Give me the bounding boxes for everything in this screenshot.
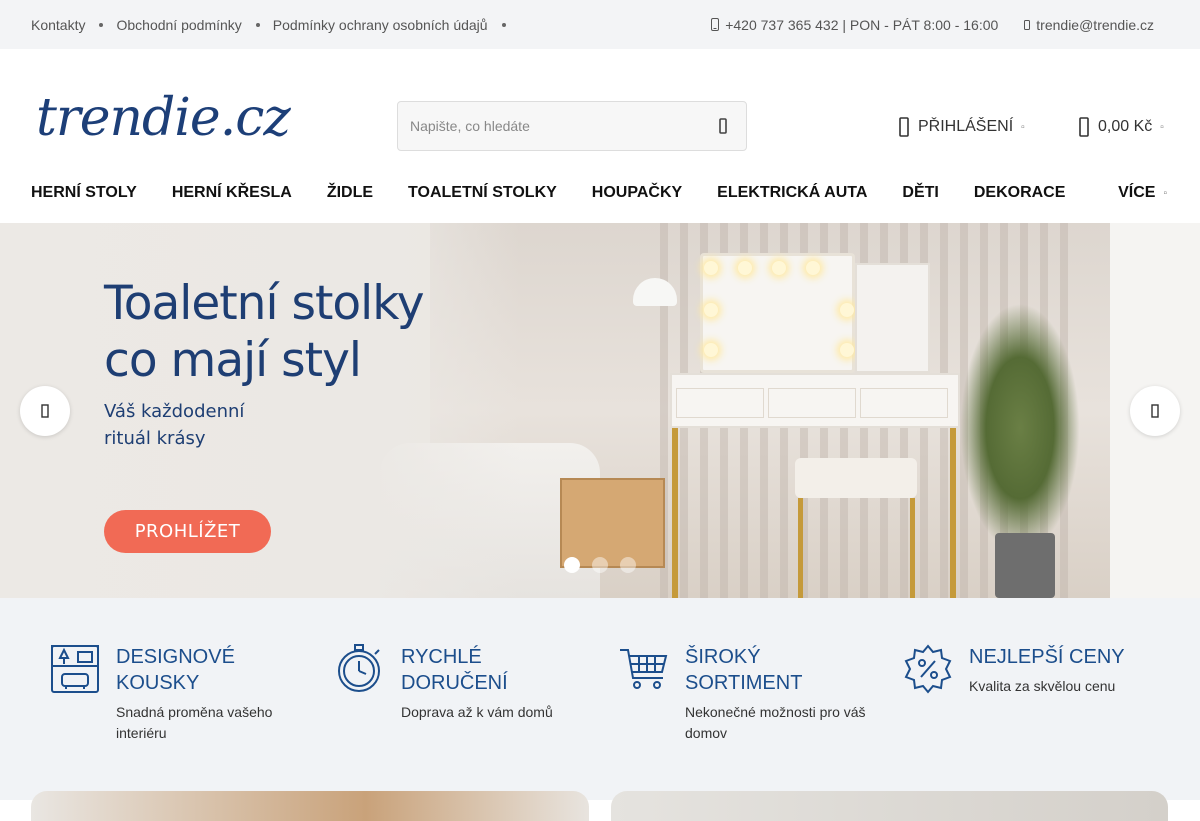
link-obchodni-podminky[interactable]: Obchodní podmínky xyxy=(116,17,241,33)
hero-title: Toaletní stolky co mají styl xyxy=(104,275,425,389)
email-icon xyxy=(1024,19,1031,30)
benefit-desc: Nekonečné možnosti pro váš domov xyxy=(685,702,875,744)
discount-badge-icon xyxy=(904,644,952,694)
nav-dekorace[interactable]: DEKORACE xyxy=(974,174,1066,202)
email-contact[interactable]: trendie@trendie.cz xyxy=(1024,17,1154,33)
category-card[interactable] xyxy=(611,791,1168,821)
benefit-desc: Kvalita za skvělou cenu xyxy=(969,676,1169,697)
login-label: PŘIHLÁŠENÍ xyxy=(918,118,1014,135)
nav-herni-stoly[interactable]: HERNÍ STOLY xyxy=(31,174,137,202)
slider-dots xyxy=(564,557,636,573)
nav-zidle[interactable]: ŽIDLE xyxy=(327,174,373,202)
chevron-down-icon: ▫ xyxy=(1021,121,1025,133)
category-card[interactable] xyxy=(31,791,589,821)
phone-contact[interactable]: +420 737 365 432 | PON - PÁT 8:00 - 16:0… xyxy=(711,17,998,33)
nav-houpacky[interactable]: HOUPAČKY xyxy=(592,174,682,202)
benefit-title: RYCHLÉ DORUČENÍ xyxy=(401,644,601,696)
slider-prev-button[interactable] xyxy=(20,386,70,436)
benefit-title-line: KOUSKY xyxy=(116,672,200,694)
design-furniture-icon xyxy=(51,645,99,693)
cart-total: 0,00 Kč xyxy=(1098,118,1153,135)
slider-dot-1[interactable] xyxy=(564,557,580,573)
hero-slider[interactable]: Toaletní stolky co mají styl Váš každode… xyxy=(0,223,1200,598)
hero-subtitle: Váš každodenní rituál krásy xyxy=(104,398,304,452)
hero-subtitle-line-2: rituál krásy xyxy=(104,428,206,449)
benefit-title-line: NEJLEPŠÍ CENY xyxy=(969,646,1125,668)
benefit-desc: Snadná proměna vašeho interiéru xyxy=(116,702,286,744)
benefit-title-line: ŠIROKÝ xyxy=(685,646,761,668)
shopping-cart-icon xyxy=(620,649,668,689)
chevron-left-icon xyxy=(41,404,49,418)
nightstand xyxy=(560,478,665,568)
benefit-desc-line: Kvalita za skvělou cenu xyxy=(969,678,1116,694)
chevron-right-icon xyxy=(1151,404,1159,418)
search-icon[interactable] xyxy=(712,115,734,137)
benefit-title-line: DESIGNOVÉ xyxy=(116,646,235,668)
benefit-title-line: RYCHLÉ xyxy=(401,646,482,668)
slider-dot-3[interactable] xyxy=(620,557,636,573)
nav-more[interactable]: VÍCE ▫ xyxy=(1118,184,1167,202)
hero-title-line-1: Toaletní stolky xyxy=(104,276,425,331)
benefit-desc-line: interiéru xyxy=(116,725,167,741)
benefit-title: ŠIROKÝ SORTIMENT xyxy=(685,644,885,696)
chevron-down-icon: ▫ xyxy=(1160,121,1164,133)
link-ochrana-udaju[interactable]: Podmínky ochrany osobních údajů xyxy=(273,17,488,33)
main-nav: HERNÍ STOLY HERNÍ KŘESLA ŽIDLE TOALETNÍ … xyxy=(0,174,1200,222)
vanity-shelf xyxy=(855,263,930,373)
nav-toaletni-stolky[interactable]: TOALETNÍ STOLKY xyxy=(408,174,557,202)
nav-more-label: VÍCE xyxy=(1118,184,1156,201)
login-button[interactable]: PŘIHLÁŠENÍ ▫ xyxy=(898,116,1025,138)
contact-info: +420 737 365 432 | PON - PÁT 8:00 - 16:0… xyxy=(691,17,1154,33)
vanity-stool xyxy=(795,458,917,498)
search-box[interactable] xyxy=(397,101,747,151)
phone-icon xyxy=(711,18,720,31)
benefit-desc: Doprava až k vám domů xyxy=(401,702,571,723)
benefit-title-line: SORTIMENT xyxy=(685,672,803,694)
benefit-title: NEJLEPŠÍ CENY xyxy=(969,644,1189,670)
benefit-title: DESIGNOVÉ KOUSKY xyxy=(116,644,316,696)
cart-button[interactable]: 0,00 Kč ▫ xyxy=(1078,116,1164,138)
link-kontakty[interactable]: Kontakty xyxy=(31,17,85,33)
slider-next-button[interactable] xyxy=(1130,386,1180,436)
plant-pot xyxy=(995,533,1055,598)
separator-dot xyxy=(99,22,104,27)
benefit-desc-line: domov xyxy=(685,725,728,741)
nav-elektricka-auta[interactable]: ELEKTRICKÁ AUTA xyxy=(717,174,867,202)
phone-text: +420 737 365 432 | PON - PÁT 8:00 - 16:0… xyxy=(725,16,999,33)
top-links: Kontakty Obchodní podmínky Podmínky ochr… xyxy=(31,17,519,33)
hero-title-line-2: co mají styl xyxy=(104,333,362,388)
user-icon xyxy=(899,117,909,137)
nav-deti[interactable]: DĚTI xyxy=(902,174,938,202)
separator-dot xyxy=(255,22,260,27)
hero-subtitle-line-1: Váš každodenní xyxy=(104,401,245,422)
benefit-desc-line: Doprava až k vám domů xyxy=(401,704,553,720)
email-text: trendie@trendie.cz xyxy=(1036,16,1154,33)
plant xyxy=(960,303,1080,553)
separator-dot xyxy=(501,22,506,27)
search-input[interactable] xyxy=(410,118,712,134)
benefits-section: DESIGNOVÉ KOUSKY Snadná proměna vašeho i… xyxy=(0,598,1200,800)
stopwatch-icon xyxy=(338,644,380,692)
site-logo[interactable]: trendie.cz xyxy=(36,92,291,144)
hero-cta-button[interactable]: PROHLÍŽET xyxy=(104,510,271,553)
benefit-desc-line: Nekonečné možnosti pro váš xyxy=(685,704,866,720)
slider-dot-2[interactable] xyxy=(592,557,608,573)
top-bar: Kontakty Obchodní podmínky Podmínky ochr… xyxy=(0,0,1200,49)
chevron-down-icon: ▫ xyxy=(1163,187,1167,199)
benefit-title-line: DORUČENÍ xyxy=(401,672,508,694)
nav-herni-kresla[interactable]: HERNÍ KŘESLA xyxy=(172,174,292,202)
cart-icon xyxy=(1079,117,1089,137)
benefit-desc-line: Snadná proměna vašeho xyxy=(116,704,273,720)
